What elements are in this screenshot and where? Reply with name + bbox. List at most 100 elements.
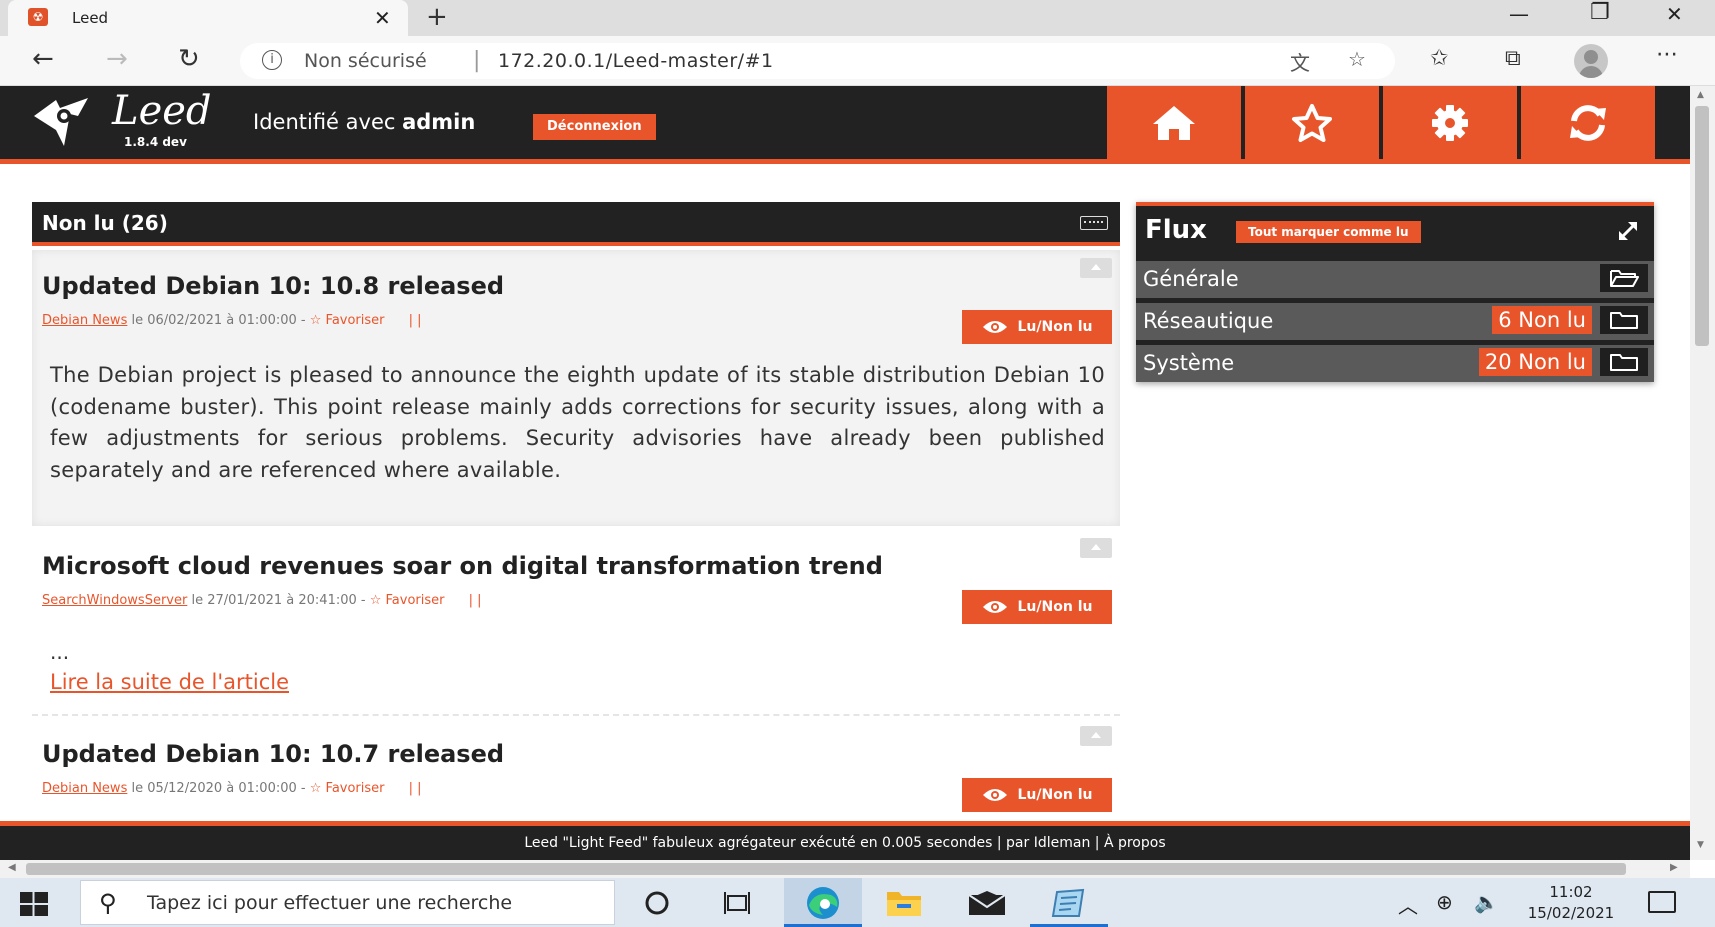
window-minimize-button[interactable]: — [1509, 2, 1529, 26]
browser-toolbar: ← → ↻ i Non sécurisé | 172.20.0.1/Leed-m… [0, 36, 1715, 86]
article-meta: Debian News le 06/02/2021 à 01:00:00 - ☆… [42, 313, 422, 328]
volume-icon[interactable]: 🔈 [1474, 890, 1499, 914]
mark-read-button[interactable]: Lu/Non lu [962, 310, 1112, 344]
mail-icon[interactable] [966, 886, 1008, 920]
article-item[interactable]: Microsoft cloud revenues soar on digital… [32, 530, 1120, 716]
unread-badge[interactable]: 20 Non lu [1478, 348, 1592, 376]
vertical-scroll-thumb[interactable] [1695, 106, 1709, 346]
browser-tab[interactable]: ☢ Leed ✕ [8, 0, 408, 36]
vertical-scrollbar[interactable]: ▲ ▼ [1690, 86, 1715, 860]
file-explorer-icon[interactable] [884, 886, 924, 920]
windows-start-icon[interactable] [20, 892, 48, 916]
taskbar-search[interactable]: ⚲ Tapez ici pour effectuer une recherche [80, 880, 615, 925]
logout-button[interactable]: Déconnexion [533, 114, 656, 140]
folder-row-systeme[interactable]: Système 20 Non lu [1136, 340, 1654, 382]
version-label: 1.8.4 dev [124, 135, 187, 149]
article-title[interactable]: Microsoft cloud revenues soar on digital… [42, 552, 883, 580]
browser-tab-strip: ☢ Leed ✕ + — ❐ ✕ [0, 0, 1715, 36]
new-tab-icon[interactable]: + [426, 2, 448, 32]
favorites-button[interactable] [1245, 86, 1379, 159]
mark-read-label: Lu/Non lu [1017, 787, 1093, 803]
article-body: The Debian project is pleased to announc… [50, 363, 1105, 482]
horizontal-scrollbar[interactable]: ◀ ▶ [0, 860, 1690, 878]
article-separator: | | [408, 781, 422, 796]
folder-name[interactable]: Réseautique [1143, 309, 1273, 333]
keyboard-icon[interactable] [1080, 216, 1108, 230]
folder-button[interactable] [1600, 306, 1648, 334]
article-title[interactable]: Updated Debian 10: 10.8 released [42, 272, 504, 300]
info-icon[interactable]: i [262, 50, 282, 70]
more-icon[interactable]: ⋯ [1656, 42, 1678, 67]
collapse-icon[interactable] [1080, 538, 1112, 558]
mark-all-read-button[interactable]: Tout marquer comme lu [1236, 221, 1421, 243]
network-icon[interactable]: ⊕ [1436, 890, 1453, 914]
identity-text: Identifié avec admin [253, 110, 475, 134]
forward-icon[interactable]: → [106, 44, 128, 74]
expand-icon[interactable] [1614, 217, 1642, 245]
article-source-link[interactable]: Debian News [42, 781, 127, 796]
leed-logo-icon[interactable] [30, 94, 94, 152]
favorite-link[interactable]: ☆ Favoriser [310, 313, 385, 328]
system-clock[interactable]: 11:02 15/02/2021 [1508, 882, 1634, 924]
cortana-icon[interactable] [640, 886, 674, 920]
url-text[interactable]: 172.20.0.1/Leed-master/#1 [498, 50, 774, 72]
leed-header: Leed 1.8.4 dev Identifié avec admin Déco… [0, 86, 1690, 164]
settings-button[interactable] [1383, 86, 1517, 159]
clock-time: 11:02 [1549, 883, 1593, 901]
logo-name: Leed [112, 88, 212, 134]
notepad-icon[interactable] [1048, 886, 1088, 920]
collapse-icon[interactable] [1080, 258, 1112, 278]
search-icon: ⚲ [99, 889, 117, 917]
address-bar[interactable]: i Non sécurisé | 172.20.0.1/Leed-master/… [240, 43, 1395, 79]
folder-name[interactable]: Système [1143, 351, 1234, 375]
folder-open-button[interactable] [1600, 264, 1648, 292]
notification-icon[interactable] [1648, 891, 1676, 913]
read-more-link[interactable]: Lire la suite de l'article [50, 670, 289, 694]
task-view-icon[interactable] [720, 886, 754, 920]
home-button[interactable] [1107, 86, 1241, 159]
horizontal-scroll-thumb[interactable] [26, 863, 1626, 875]
tab-close-icon[interactable]: ✕ [374, 6, 391, 30]
scroll-up-icon[interactable]: ▲ [1697, 90, 1704, 100]
article-source-link[interactable]: Debian News [42, 313, 127, 328]
article-item[interactable]: Updated Debian 10: 10.8 released Debian … [32, 250, 1120, 526]
scroll-right-icon[interactable]: ▶ [1670, 862, 1678, 873]
add-favorite-icon[interactable]: ☆ [1348, 47, 1366, 71]
feeds-title: Flux [1145, 215, 1207, 245]
scroll-left-icon[interactable]: ◀ [8, 862, 16, 873]
back-icon[interactable]: ← [32, 44, 54, 74]
unread-badge[interactable]: 6 Non lu [1492, 306, 1592, 334]
edge-browser-icon[interactable] [804, 886, 842, 920]
favorites-icon[interactable]: ✩ [1430, 46, 1448, 71]
window-restore-button[interactable]: ❐ [1590, 0, 1610, 25]
article-title[interactable]: Updated Debian 10: 10.7 released [42, 740, 504, 768]
collections-icon[interactable]: ⧉ [1505, 46, 1521, 71]
favorite-link[interactable]: ☆ Favoriser [370, 593, 445, 608]
folder-button[interactable] [1600, 348, 1648, 376]
scroll-down-icon[interactable]: ▼ [1697, 840, 1704, 850]
search-placeholder[interactable]: Tapez ici pour effectuer une recherche [147, 892, 512, 914]
mark-read-button[interactable]: Lu/Non lu [962, 778, 1112, 812]
article-meta: SearchWindowsServer le 27/01/2021 à 20:4… [42, 593, 482, 608]
folder-name[interactable]: Générale [1143, 267, 1239, 291]
articles-header: Non lu (26) [32, 202, 1120, 246]
tray-chevron-icon[interactable]: ︿ [1398, 890, 1418, 919]
refresh-button[interactable] [1521, 86, 1655, 159]
reload-icon[interactable]: ↻ [178, 44, 200, 74]
security-label[interactable]: Non sécurisé [304, 50, 427, 72]
article-source-link[interactable]: SearchWindowsServer [42, 593, 187, 608]
mark-read-button[interactable]: Lu/Non lu [962, 590, 1112, 624]
profile-avatar[interactable] [1574, 44, 1608, 78]
favorite-link[interactable]: ☆ Favoriser [310, 781, 385, 796]
translate-icon[interactable]: ⽂ [1290, 47, 1310, 76]
eye-icon [982, 601, 1007, 613]
leed-footer: Leed "Light Feed" fabuleux agrégateur ex… [0, 821, 1690, 860]
page-viewport: Leed 1.8.4 dev Identifié avec admin Déco… [0, 86, 1690, 860]
folder-row-generale[interactable]: Générale [1136, 256, 1654, 298]
article-item[interactable]: Updated Debian 10: 10.7 released Debian … [32, 718, 1120, 828]
folder-row-reseautique[interactable]: Réseautique 6 Non lu [1136, 298, 1654, 340]
identity-user: admin [402, 110, 476, 134]
address-separator: | [473, 48, 481, 73]
window-close-button[interactable]: ✕ [1666, 2, 1683, 26]
collapse-icon[interactable] [1080, 726, 1112, 746]
